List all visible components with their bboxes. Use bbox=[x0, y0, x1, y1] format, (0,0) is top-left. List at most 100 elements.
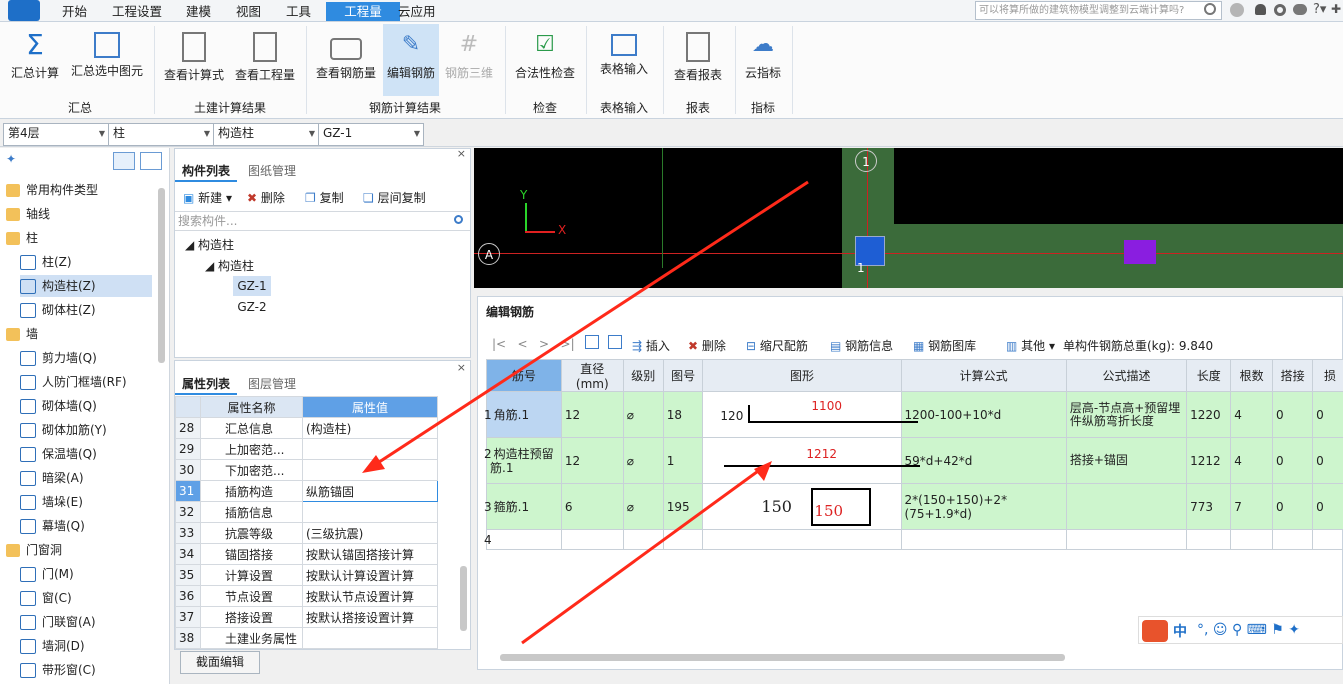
summary-calc-button[interactable]: Σ 汇总计算 bbox=[6, 24, 64, 96]
rebar-fig[interactable]: 195 bbox=[662, 483, 704, 530]
rebar-desc[interactable] bbox=[1065, 529, 1188, 550]
rebar-len[interactable]: 1220 bbox=[1186, 391, 1232, 438]
tree-item[interactable]: 门联窗(A) bbox=[20, 611, 152, 633]
delete-component-button[interactable]: ✖ 删除 bbox=[247, 189, 285, 206]
rebar-count[interactable]: 4 bbox=[1230, 437, 1274, 484]
rebar-3d-button[interactable]: # 钢筋三维 bbox=[442, 24, 496, 96]
view-quantity-button[interactable]: 查看工程量 bbox=[232, 24, 298, 96]
tab-modeling[interactable]: 建模 bbox=[178, 2, 219, 21]
tree-item[interactable]: 柱(Z) bbox=[20, 251, 152, 273]
section-edit-button[interactable]: 截面编辑 bbox=[180, 651, 260, 674]
rebar-row[interactable]: 1 角筋.1 12 ⌀ 18 120 1100 1200-100+10*d 层高-节点高+预留埋… bbox=[484, 391, 1343, 438]
tree-item[interactable]: 砌体柱(Z) bbox=[20, 299, 152, 321]
property-value[interactable] bbox=[302, 627, 438, 649]
property-value[interactable]: (构造柱) bbox=[302, 417, 438, 439]
subtype-select[interactable]: 构造柱 ▼ bbox=[213, 123, 319, 146]
property-row[interactable]: 28 汇总信息 (构造柱) bbox=[175, 417, 438, 439]
tree-node-gz1[interactable]: GZ-1 bbox=[233, 276, 271, 296]
tab-view[interactable]: 视图 bbox=[228, 2, 269, 21]
property-row[interactable]: 31 插筋构造 纵筋锚固 bbox=[175, 480, 438, 502]
property-row[interactable]: 38 土建业务属性 bbox=[175, 627, 438, 649]
rebar-lap[interactable]: 0 bbox=[1272, 483, 1314, 530]
rebar-fig[interactable]: 18 bbox=[662, 391, 704, 438]
tree-item[interactable]: 柱 bbox=[6, 227, 152, 249]
tree-item[interactable]: 门(M) bbox=[20, 563, 152, 585]
property-scrollbar[interactable] bbox=[460, 566, 467, 631]
property-value[interactable]: 纵筋锚固 bbox=[302, 480, 438, 502]
help-search-input[interactable]: 可以将算所做的建筑物模型调整到云端计算吗? bbox=[975, 1, 1222, 20]
grid-view-icon[interactable] bbox=[140, 152, 162, 170]
type-select[interactable]: 柱 ▼ bbox=[108, 123, 214, 146]
app-logo[interactable] bbox=[8, 0, 40, 21]
rebar-info-button[interactable]: ▤ 钢筋信息 bbox=[830, 337, 893, 354]
tree-item[interactable]: 剪力墙(Q) bbox=[20, 347, 152, 369]
rebar-count[interactable]: 7 bbox=[1230, 483, 1274, 530]
rebar-formula[interactable]: 2*(150+150)+2*(75+1.9*d) bbox=[900, 483, 1067, 530]
tree-item[interactable]: 构造柱(Z) bbox=[20, 275, 152, 297]
property-row[interactable]: 29 上加密范... bbox=[175, 438, 438, 460]
rebar-row[interactable]: 3 箍筋.1 6 ⌀ 195 150 150 2*(150+150)+2*(75+1.9*d)… bbox=[484, 483, 1343, 530]
floor-copy-button[interactable]: ❏ 层间复制 bbox=[363, 189, 426, 206]
rebar-lap[interactable] bbox=[1272, 529, 1314, 550]
tab-component-list[interactable]: 构件列表 bbox=[175, 160, 237, 182]
rebar-loss[interactable] bbox=[1312, 529, 1343, 550]
pin-icon[interactable]: ✚ bbox=[1331, 2, 1341, 16]
component-select[interactable]: GZ-1 ▼ bbox=[318, 123, 424, 146]
rebar-dia[interactable] bbox=[560, 529, 624, 550]
tab-layer-manage[interactable]: 图层管理 bbox=[241, 373, 303, 395]
rebar-len[interactable]: 773 bbox=[1186, 483, 1232, 530]
tree-item[interactable]: 砌体墙(Q) bbox=[20, 395, 152, 417]
rebar-desc[interactable]: 层高-节点高+预留埋件纵筋弯折长度 bbox=[1065, 391, 1188, 438]
new-component-button[interactable]: ▣ 新建 ▾ bbox=[183, 189, 232, 206]
rebar-dia[interactable]: 12 bbox=[560, 437, 624, 484]
property-row[interactable]: 33 抗震等级 (三级抗震) bbox=[175, 522, 438, 544]
rebar-name[interactable]: 3 箍筋.1 bbox=[484, 483, 562, 530]
rebar-formula[interactable]: 59*d+42*d bbox=[900, 437, 1067, 484]
tree-item[interactable]: 人防门框墙(RF) bbox=[20, 371, 152, 393]
rebar-library-button[interactable]: ▦ 钢筋图库 bbox=[913, 337, 976, 354]
property-row[interactable]: 35 计算设置 按默认计算设置计算 bbox=[175, 564, 438, 586]
h-scrollbar[interactable] bbox=[500, 654, 1065, 661]
rebar-name[interactable]: 2 构造柱预留筋.1 bbox=[484, 437, 562, 484]
property-value[interactable]: 按默认搭接设置计算 bbox=[302, 606, 438, 628]
rebar-loss[interactable]: 0 bbox=[1312, 391, 1343, 438]
tree-node-root[interactable]: ◢ 构造柱 bbox=[185, 236, 234, 253]
tree-item[interactable]: 常用构件类型 bbox=[6, 179, 152, 201]
tree-item[interactable]: 轴线 bbox=[6, 203, 152, 225]
rebar-row[interactable]: 4 bbox=[484, 529, 1343, 550]
property-value[interactable] bbox=[302, 459, 438, 481]
move-up-button[interactable] bbox=[585, 335, 599, 349]
list-view-icon[interactable] bbox=[113, 152, 135, 170]
tree-node-group[interactable]: ◢ 构造柱 bbox=[205, 257, 254, 274]
bell-icon[interactable] bbox=[1255, 4, 1266, 15]
rebar-len[interactable] bbox=[1186, 529, 1232, 550]
component-search-input[interactable]: 搜索构件... bbox=[175, 211, 470, 231]
property-value[interactable]: (三级抗震) bbox=[302, 522, 438, 544]
ime-toolbar[interactable]: 中 °, ☺ ⚲ ⌨ ⚑ ✦ bbox=[1138, 616, 1343, 644]
panel-close-icon[interactable]: × bbox=[457, 147, 466, 160]
rebar-name[interactable]: 1 角筋.1 bbox=[484, 391, 562, 438]
property-value[interactable] bbox=[302, 438, 438, 460]
tab-start[interactable]: 开始 bbox=[54, 2, 95, 21]
summary-selected-button[interactable]: 汇总选中图元 bbox=[66, 24, 148, 96]
rebar-count[interactable]: 4 bbox=[1230, 391, 1274, 438]
view-rebar-quantity-button[interactable]: 查看钢筋量 bbox=[312, 24, 380, 96]
property-row[interactable]: 37 搭接设置 按默认搭接设置计算 bbox=[175, 606, 438, 628]
help-icon[interactable]: ?▾ bbox=[1313, 2, 1326, 17]
legality-check-button[interactable]: ☑ 合法性检查 bbox=[510, 24, 580, 96]
tree-item[interactable]: 墙垛(E) bbox=[20, 491, 152, 513]
tree-item[interactable]: 门窗洞 bbox=[6, 539, 152, 561]
rebar-grade[interactable] bbox=[622, 529, 664, 550]
tree-item[interactable]: 幕墙(Q) bbox=[20, 515, 152, 537]
move-down-button[interactable] bbox=[608, 335, 622, 349]
rebar-grade[interactable]: ⌀ bbox=[622, 391, 664, 438]
tree-item[interactable]: 暗梁(A) bbox=[20, 467, 152, 489]
rebar-len[interactable]: 1212 bbox=[1186, 437, 1232, 484]
cloud-index-button[interactable]: ☁ 云指标 bbox=[738, 24, 788, 96]
tree-item[interactable]: 带形窗(C) bbox=[20, 659, 152, 681]
tab-tools[interactable]: 工具 bbox=[278, 2, 319, 21]
rebar-formula[interactable] bbox=[900, 529, 1067, 550]
tab-cloud[interactable]: 云应用 bbox=[390, 2, 444, 21]
delete-rebar-button[interactable]: ✖ 删除 bbox=[688, 337, 726, 354]
rebar-dia[interactable]: 12 bbox=[560, 391, 624, 438]
